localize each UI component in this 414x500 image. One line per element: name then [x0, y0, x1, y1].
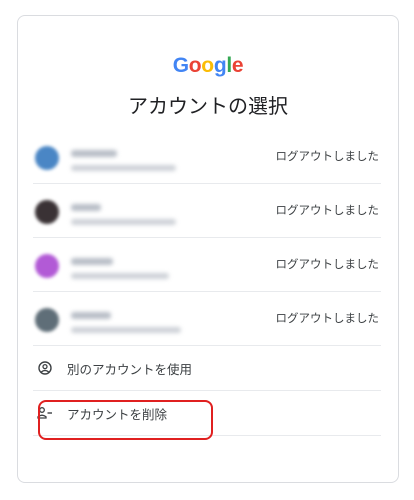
use-another-account-label: 別のアカウントを使用	[67, 361, 193, 377]
account-status: ログアウトしました	[275, 149, 380, 163]
avatar	[35, 200, 59, 224]
account-circle-icon	[37, 360, 53, 376]
account-item[interactable]: ログアウトしました	[33, 238, 381, 292]
logo-letter: o	[201, 54, 214, 77]
avatar	[35, 308, 59, 332]
account-email-redacted	[71, 219, 176, 225]
account-status: ログアウトしました	[275, 257, 380, 271]
account-email-redacted	[71, 327, 181, 333]
google-logo: Google	[18, 54, 398, 78]
account-name-redacted	[71, 204, 101, 211]
logo-letter: e	[231, 54, 244, 77]
account-email-redacted	[71, 165, 176, 171]
logo-letter: o	[188, 54, 202, 77]
person-remove-icon	[37, 405, 53, 421]
avatar	[35, 146, 59, 170]
account-name-redacted	[71, 150, 117, 157]
page-title: アカウントの選択	[128, 94, 288, 118]
remove-account-button[interactable]: アカウントを削除	[33, 391, 381, 436]
account-list: ログアウトしました ログアウトしました ログアウトしました ログアウトしました …	[33, 130, 381, 436]
logo-letter: g	[213, 54, 227, 77]
account-name-redacted	[71, 312, 111, 319]
use-another-account-button[interactable]: 別のアカウントを使用	[33, 346, 381, 391]
account-item[interactable]: ログアウトしました	[33, 292, 381, 346]
avatar	[35, 254, 59, 278]
account-item[interactable]: ログアウトしました	[33, 130, 381, 184]
account-email-redacted	[71, 273, 169, 279]
account-name-redacted	[71, 258, 113, 265]
logo-letter: G	[172, 54, 189, 77]
account-item[interactable]: ログアウトしました	[33, 184, 381, 238]
remove-account-label: アカウントを削除	[67, 406, 168, 422]
account-status: ログアウトしました	[275, 203, 380, 217]
account-status: ログアウトしました	[275, 311, 380, 325]
